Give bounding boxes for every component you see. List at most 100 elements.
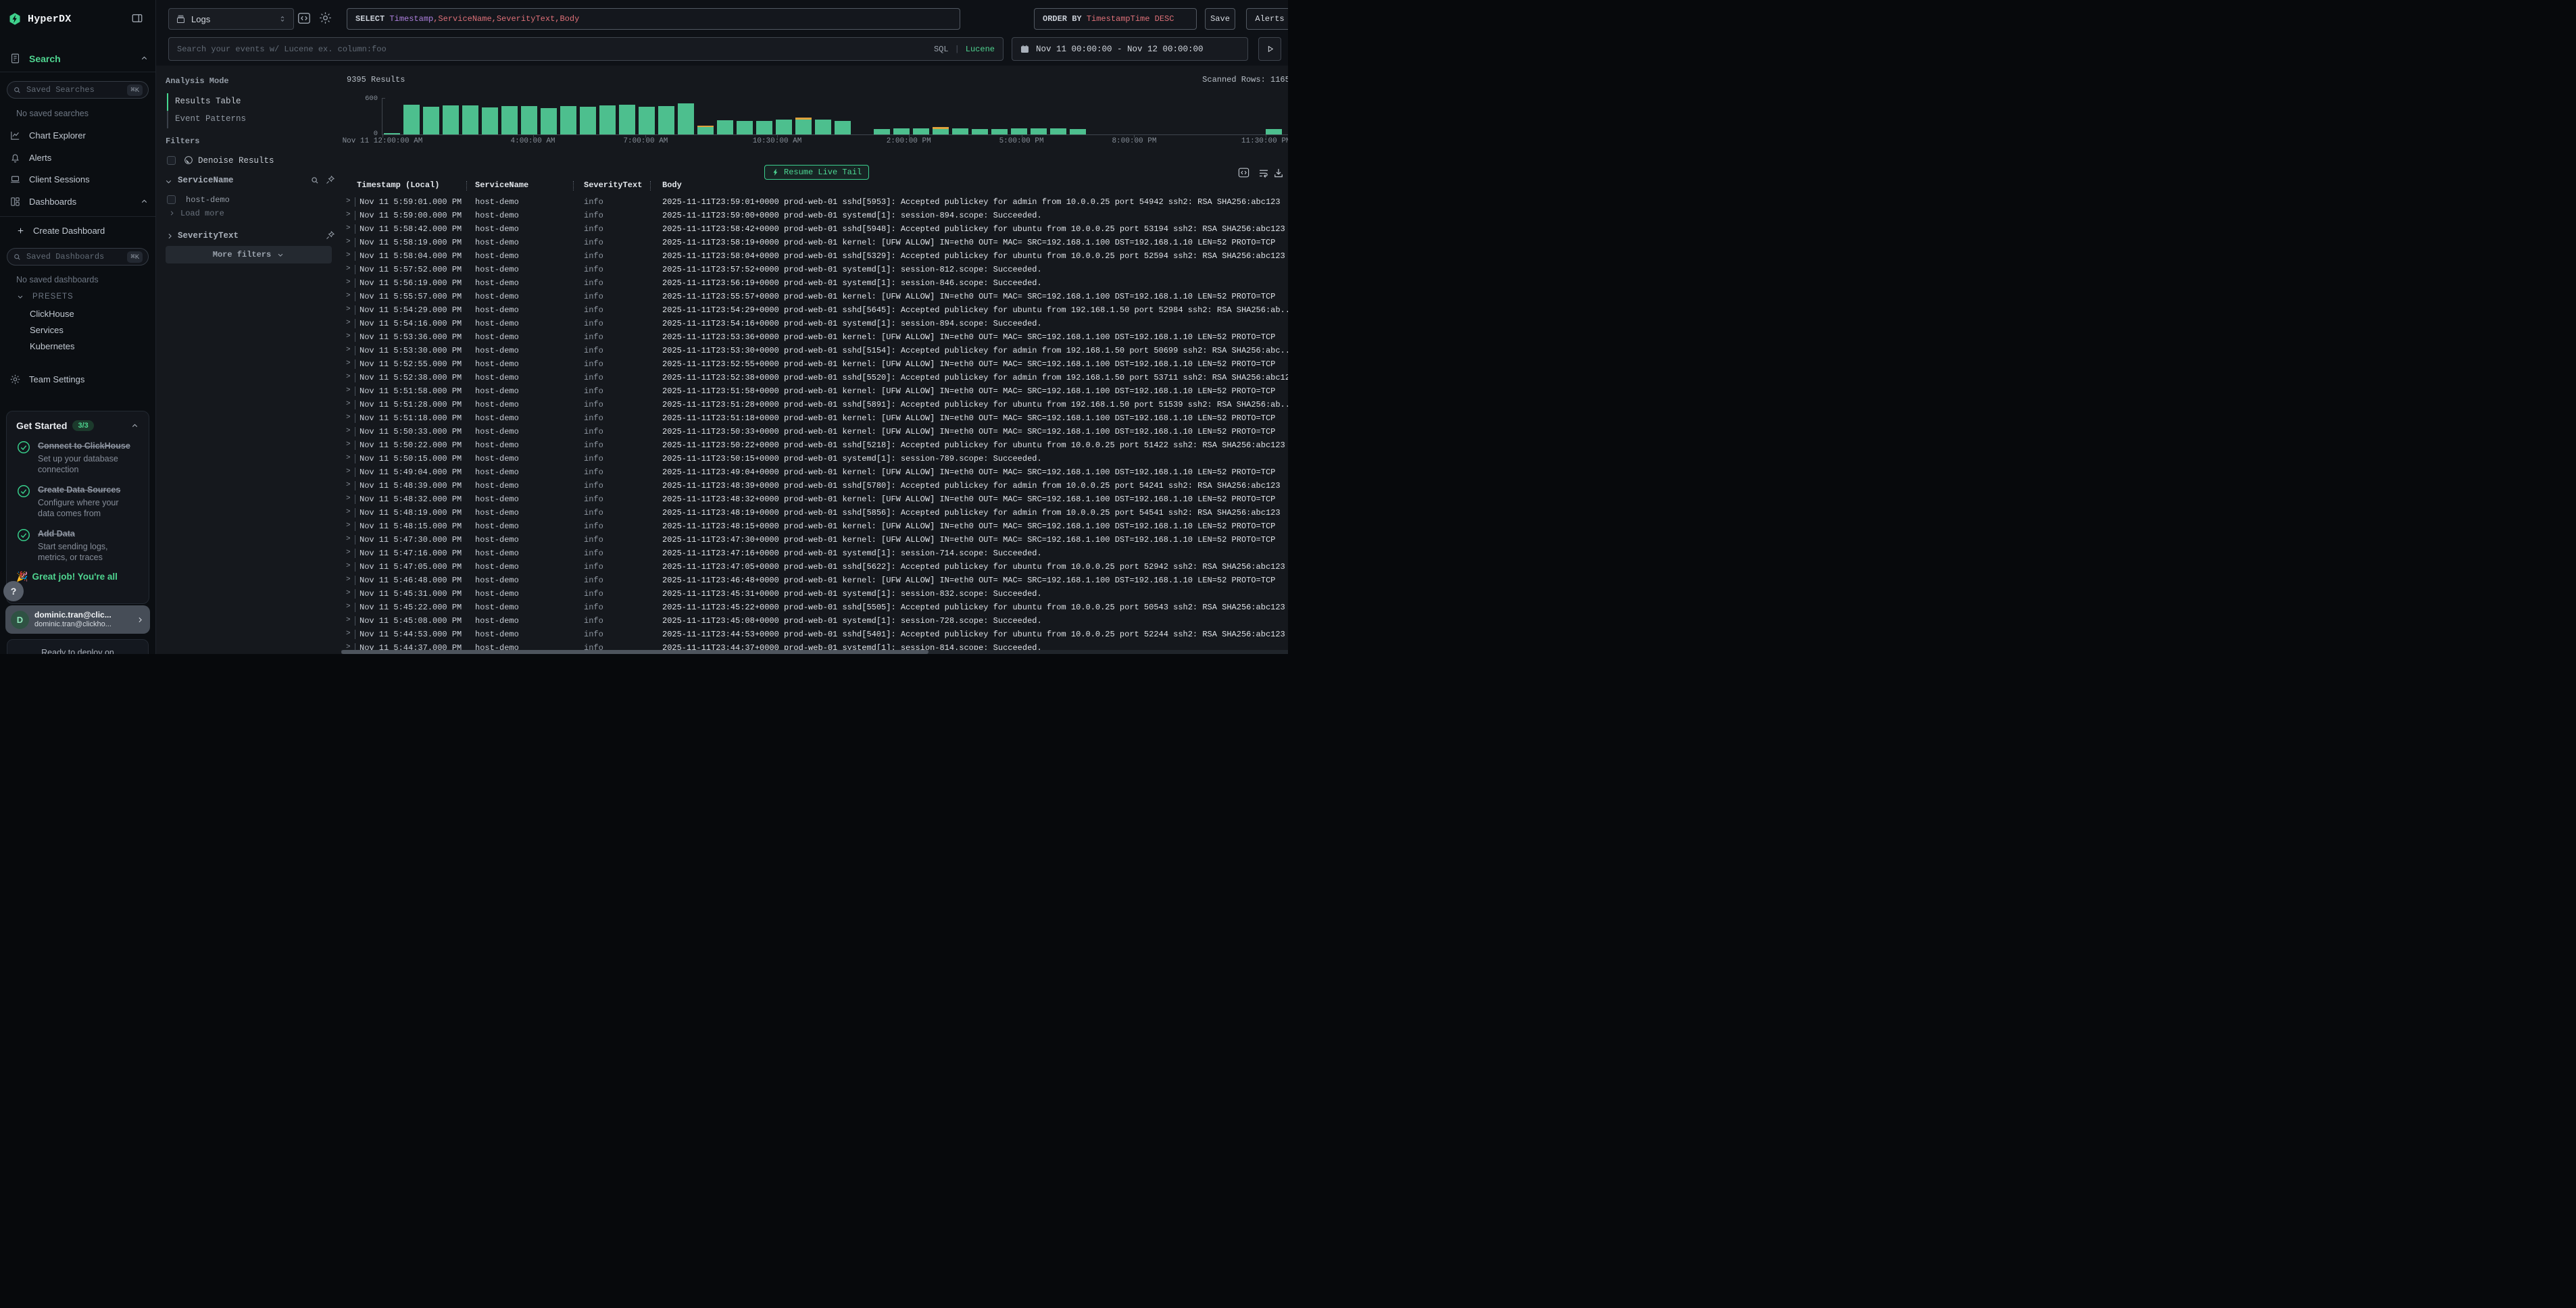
histogram-bar[interactable] bbox=[933, 129, 949, 134]
row-expand-chevron[interactable]: > bbox=[346, 238, 351, 246]
table-row[interactable]: >Nov 11 5:50:15.000 PMhost-demoinfo2025-… bbox=[341, 453, 1288, 466]
denoise-checkbox[interactable] bbox=[167, 156, 176, 165]
sidebar-item-team-settings[interactable]: Team Settings bbox=[9, 374, 149, 385]
histogram-bar[interactable] bbox=[560, 106, 576, 134]
histogram-bar[interactable] bbox=[482, 107, 498, 134]
facet-search-icon[interactable] bbox=[310, 176, 320, 185]
histogram-bar[interactable] bbox=[501, 106, 518, 134]
col-servicename[interactable]: ServiceName bbox=[475, 180, 528, 190]
get-started-step[interactable]: Create Data SourcesConfigure where your … bbox=[16, 484, 139, 519]
histogram-bar[interactable] bbox=[639, 107, 655, 134]
event-search-input[interactable]: Search your events w/ Lucene ex. column:… bbox=[168, 37, 1004, 61]
col-timestamp[interactable]: Timestamp (Local) bbox=[357, 180, 439, 190]
row-expand-chevron[interactable]: > bbox=[346, 630, 351, 638]
histogram-bar[interactable] bbox=[443, 105, 459, 134]
row-expand-chevron[interactable]: > bbox=[346, 616, 351, 624]
row-expand-chevron[interactable]: > bbox=[346, 292, 351, 300]
table-row[interactable]: >Nov 11 5:57:52.000 PMhost-demoinfo2025-… bbox=[341, 263, 1288, 277]
orderby-input[interactable]: ORDER BY TimestampTime DESC bbox=[1034, 8, 1197, 30]
row-expand-chevron[interactable]: > bbox=[346, 319, 351, 327]
histogram-bar[interactable] bbox=[913, 128, 929, 134]
histogram-bar[interactable] bbox=[795, 120, 812, 134]
table-row[interactable]: >Nov 11 5:54:16.000 PMhost-demoinfo2025-… bbox=[341, 318, 1288, 331]
histogram-bar[interactable] bbox=[874, 129, 890, 134]
row-expand-chevron[interactable]: > bbox=[346, 441, 351, 449]
histogram-bar[interactable] bbox=[815, 120, 831, 134]
get-started-step[interactable]: Add DataStart sending logs, metrics, or … bbox=[16, 528, 139, 563]
histogram-bar[interactable] bbox=[1050, 128, 1066, 134]
table-row[interactable]: >Nov 11 5:48:39.000 PMhost-demoinfo2025-… bbox=[341, 480, 1288, 493]
table-row[interactable]: >Nov 11 5:50:22.000 PMhost-demoinfo2025-… bbox=[341, 439, 1288, 453]
histogram-bar[interactable] bbox=[737, 121, 753, 134]
table-row[interactable]: >Nov 11 5:58:42.000 PMhost-demoinfo2025-… bbox=[341, 223, 1288, 236]
histogram-bar[interactable] bbox=[580, 107, 596, 134]
table-row[interactable]: >Nov 11 5:45:22.000 PMhost-demoinfo2025-… bbox=[341, 601, 1288, 615]
more-filters-button[interactable]: More filters bbox=[166, 246, 332, 263]
download-icon[interactable] bbox=[1272, 167, 1285, 179]
create-dashboard-button[interactable]: Create Dashboard bbox=[16, 226, 149, 236]
row-expand-chevron[interactable]: > bbox=[346, 197, 351, 205]
histogram-bar[interactable] bbox=[952, 128, 968, 134]
table-row[interactable]: >Nov 11 5:47:16.000 PMhost-demoinfo2025-… bbox=[341, 547, 1288, 561]
load-more-link[interactable]: Load more bbox=[180, 209, 224, 218]
sidebar-item-search[interactable]: Search bbox=[9, 53, 149, 64]
table-row[interactable]: >Nov 11 5:49:04.000 PMhost-demoinfo2025-… bbox=[341, 466, 1288, 480]
chevron-up-icon[interactable] bbox=[140, 54, 149, 63]
column-resize-handle[interactable] bbox=[466, 181, 467, 191]
facet-severitytext[interactable]: SeverityText bbox=[178, 231, 239, 241]
table-row[interactable]: >Nov 11 5:53:36.000 PMhost-demoinfo2025-… bbox=[341, 331, 1288, 345]
row-expand-chevron[interactable]: > bbox=[346, 211, 351, 219]
row-expand-chevron[interactable]: > bbox=[346, 359, 351, 368]
histogram-bar[interactable] bbox=[776, 120, 792, 134]
row-expand-chevron[interactable]: > bbox=[346, 400, 351, 408]
histogram-bar[interactable] bbox=[835, 121, 851, 134]
table-row[interactable]: >Nov 11 5:54:29.000 PMhost-demoinfo2025-… bbox=[341, 304, 1288, 318]
source-select[interactable]: Logs bbox=[168, 8, 294, 30]
date-range-picker[interactable]: Nov 11 00:00:00 - Nov 12 00:00:00 bbox=[1012, 37, 1248, 61]
table-row[interactable]: >Nov 11 5:48:32.000 PMhost-demoinfo2025-… bbox=[341, 493, 1288, 507]
histogram-bar[interactable] bbox=[423, 107, 439, 134]
saved-searches-input[interactable]: Saved Searches ⌘K bbox=[7, 81, 149, 99]
alerts-button[interactable]: Alerts bbox=[1246, 8, 1288, 30]
col-body[interactable]: Body bbox=[662, 180, 682, 190]
row-expand-chevron[interactable]: > bbox=[346, 251, 351, 259]
table-row[interactable]: >Nov 11 5:59:00.000 PMhost-demoinfo2025-… bbox=[341, 209, 1288, 223]
table-row[interactable]: >Nov 11 5:56:19.000 PMhost-demoinfo2025-… bbox=[341, 277, 1288, 291]
histogram-bar[interactable] bbox=[403, 105, 420, 134]
column-resize-handle[interactable] bbox=[650, 181, 651, 191]
table-row[interactable]: >Nov 11 5:47:05.000 PMhost-demoinfo2025-… bbox=[341, 561, 1288, 574]
sidebar-item-chart-explorer[interactable]: Chart Explorer bbox=[9, 130, 149, 141]
table-row[interactable]: >Nov 11 5:58:19.000 PMhost-demoinfo2025-… bbox=[341, 236, 1288, 250]
row-expand-chevron[interactable]: > bbox=[346, 481, 351, 489]
row-expand-chevron[interactable]: > bbox=[346, 576, 351, 584]
saved-dashboards-input[interactable]: Saved Dashboards ⌘K bbox=[7, 248, 149, 266]
table-row[interactable]: >Nov 11 5:51:28.000 PMhost-demoinfo2025-… bbox=[341, 399, 1288, 412]
table-row[interactable]: >Nov 11 5:58:04.000 PMhost-demoinfo2025-… bbox=[341, 250, 1288, 263]
col-severitytext[interactable]: SeverityText bbox=[584, 180, 642, 190]
table-row[interactable]: >Nov 11 5:45:08.000 PMhost-demoinfo2025-… bbox=[341, 615, 1288, 628]
histogram-bar[interactable] bbox=[521, 106, 537, 134]
table-row[interactable]: >Nov 11 5:51:18.000 PMhost-demoinfo2025-… bbox=[341, 412, 1288, 426]
query-settings-gear-icon[interactable] bbox=[318, 11, 332, 25]
histogram-bar[interactable] bbox=[756, 121, 772, 134]
histogram-bar[interactable] bbox=[658, 106, 674, 134]
table-row[interactable]: >Nov 11 5:48:19.000 PMhost-demoinfo2025-… bbox=[341, 507, 1288, 520]
chart-plot[interactable] bbox=[382, 92, 1288, 134]
row-expand-chevron[interactable]: > bbox=[346, 454, 351, 462]
column-config-icon[interactable] bbox=[1237, 166, 1250, 179]
select-query-input[interactable]: SELECT Timestamp ,ServiceName,SeverityTe… bbox=[347, 8, 960, 30]
chevron-down-icon[interactable] bbox=[164, 177, 173, 186]
scrollbar-thumb[interactable] bbox=[341, 650, 928, 654]
sidebar-item-alerts[interactable]: Alerts bbox=[9, 152, 149, 164]
histogram-bar[interactable] bbox=[541, 108, 557, 134]
resume-live-tail-button[interactable]: Resume Live Tail bbox=[764, 165, 869, 180]
histogram-bar[interactable] bbox=[991, 129, 1008, 134]
row-expand-chevron[interactable]: > bbox=[346, 522, 351, 530]
preset-services[interactable]: Services bbox=[30, 325, 64, 335]
row-expand-chevron[interactable]: > bbox=[346, 413, 351, 422]
row-expand-chevron[interactable]: > bbox=[346, 603, 351, 611]
histogram-bar[interactable] bbox=[462, 105, 478, 134]
histogram-bar[interactable] bbox=[717, 120, 733, 134]
table-row[interactable]: >Nov 11 5:50:33.000 PMhost-demoinfo2025-… bbox=[341, 426, 1288, 439]
pin-icon[interactable] bbox=[325, 230, 335, 241]
